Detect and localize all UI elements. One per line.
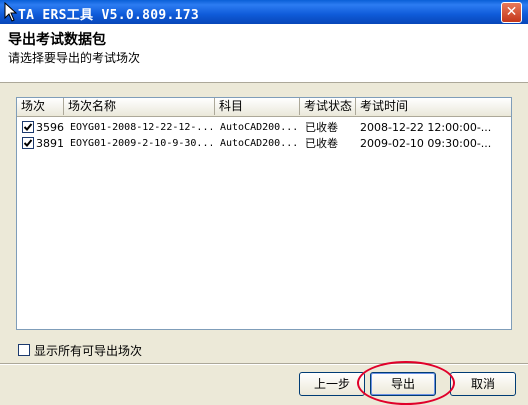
cell-status: 已收卷 [305,137,338,150]
cell-subject: AutoCAD200... [220,122,299,133]
cell-id: 3891 [36,137,64,150]
cell-subject: AutoCAD200... [220,138,299,149]
column-header-subject[interactable]: 科目 [215,98,300,115]
column-header-time[interactable]: 考试时间 [356,98,511,115]
wizard-header: 导出考试数据包 请选择要导出的考试场次 [0,24,528,83]
cell-time: 2009-02-10 09:30:00-... [360,137,492,150]
checkmark-icon [23,123,33,131]
session-list[interactable]: 场次 场次名称 科目 考试状态 考试时间 3596 EOYG01-2008-12… [16,97,512,330]
show-all-label: 显示所有可导出场次 [34,344,143,358]
column-header-id[interactable]: 场次 [17,98,64,115]
mouse-cursor-icon [4,2,18,22]
show-all-checkbox[interactable] [18,344,30,356]
column-header-name[interactable]: 场次名称 [64,98,215,115]
table-row[interactable]: 3891 EOYG01-2009-2-10-9-30... AutoCAD200… [17,135,511,152]
cell-status: 已收卷 [305,121,338,134]
cell-name: EOYG01-2009-2-10-9-30... [70,138,212,149]
close-button[interactable]: ✕ [501,2,522,23]
list-header: 场次 场次名称 科目 考试状态 考试时间 [17,98,511,117]
checkmark-icon [23,139,33,147]
button-separator [0,363,528,365]
column-header-status[interactable]: 考试状态 [300,98,356,115]
row-checkbox[interactable] [22,137,34,149]
cell-time: 2008-12-22 12:00:00-... [360,121,492,134]
cancel-button[interactable]: 取消 [450,372,516,396]
page-subtitle: 请选择要导出的考试场次 [8,51,141,65]
page-title: 导出考试数据包 [8,32,106,48]
back-button[interactable]: 上一步 [299,372,365,396]
title-bar: TA ERS工具 V5.0.809.173 ✕ [0,0,528,24]
table-row[interactable]: 3596 EOYG01-2008-12-22-12-... AutoCAD200… [17,119,511,136]
cell-name: EOYG01-2008-12-22-12-... [70,122,212,133]
row-checkbox[interactable] [22,121,34,133]
export-button[interactable]: 导出 [370,372,436,396]
window-title: TA ERS工具 V5.0.809.173 [18,8,200,23]
cell-id: 3596 [36,121,64,134]
